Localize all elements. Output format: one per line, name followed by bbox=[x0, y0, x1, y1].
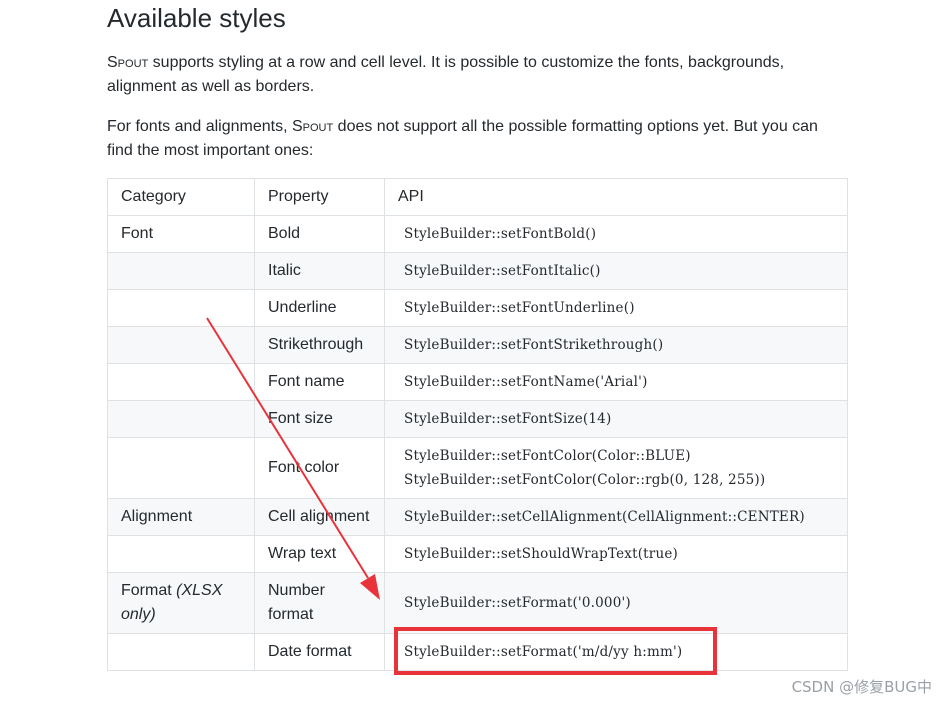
table-header-row: Category Property API bbox=[107, 178, 848, 216]
api-code: StyleBuilder::setFontStrikethrough() bbox=[404, 337, 664, 353]
table-row: Font color StyleBuilder::setFontColor(Co… bbox=[107, 437, 848, 499]
category-label: Font bbox=[121, 225, 154, 242]
table-row: Alignment Cell alignment StyleBuilder::s… bbox=[107, 498, 848, 536]
category-cell bbox=[107, 535, 255, 573]
page-title: Available styles bbox=[107, 3, 286, 33]
styles-table: Category Property API Font Bold StyleBui… bbox=[107, 178, 848, 671]
category-label: Format bbox=[121, 582, 177, 599]
brand-name: Spout bbox=[107, 54, 149, 71]
api-cell: StyleBuilder::setFontName('Arial') bbox=[384, 363, 848, 401]
category-cell bbox=[107, 326, 255, 364]
api-cell: StyleBuilder::setFontColor(Color::BLUE) … bbox=[384, 437, 848, 499]
api-code: StyleBuilder::setFormat('0.000') bbox=[404, 595, 631, 611]
api-cell: StyleBuilder::setFontSize(14) bbox=[384, 400, 848, 438]
header-api: API bbox=[384, 178, 848, 216]
table-row: Font Bold StyleBuilder::setFontBold() bbox=[107, 215, 848, 253]
support-prefix: For fonts and alignments, bbox=[107, 118, 292, 135]
property-cell: Cell alignment bbox=[254, 498, 385, 536]
api-cell: StyleBuilder::setCellAlignment(CellAlign… bbox=[384, 498, 848, 536]
intro-text: supports styling at a row and cell level… bbox=[107, 54, 785, 95]
header-property: Property bbox=[254, 178, 385, 216]
api-code: StyleBuilder::setFontItalic() bbox=[404, 263, 601, 279]
api-code: StyleBuilder::setFontName('Arial') bbox=[404, 374, 648, 390]
property-cell: Font color bbox=[254, 437, 385, 499]
api-cell: StyleBuilder::setShouldWrapText(true) bbox=[384, 535, 848, 573]
category-label: Alignment bbox=[121, 508, 193, 525]
api-code: StyleBuilder::setFontColor(Color::rgb(0,… bbox=[404, 472, 766, 488]
api-cell: StyleBuilder::setFontStrikethrough() bbox=[384, 326, 848, 364]
table-row: Wrap text StyleBuilder::setShouldWrapTex… bbox=[107, 535, 848, 573]
property-cell: Bold bbox=[254, 215, 385, 253]
api-code: StyleBuilder::setShouldWrapText(true) bbox=[404, 546, 678, 562]
highlight-box bbox=[394, 627, 717, 675]
table-row: Format (XLSX only) Number format StyleBu… bbox=[107, 572, 848, 634]
category-cell bbox=[107, 633, 255, 671]
api-cell: StyleBuilder::setFontBold() bbox=[384, 215, 848, 253]
table-row: Strikethrough StyleBuilder::setFontStrik… bbox=[107, 326, 848, 364]
brand-name: Spout bbox=[291, 118, 334, 135]
category-cell: Font bbox=[107, 215, 255, 253]
property-cell: Wrap text bbox=[254, 535, 385, 573]
category-cell bbox=[107, 437, 255, 499]
table-row: Font size StyleBuilder::setFontSize(14) bbox=[107, 400, 848, 438]
api-cell: StyleBuilder::setFontUnderline() bbox=[384, 289, 848, 327]
category-cell bbox=[107, 363, 255, 401]
property-cell: Strikethrough bbox=[254, 326, 385, 364]
api-cell: StyleBuilder::setFormat('0.000') bbox=[384, 572, 848, 634]
category-cell bbox=[107, 252, 255, 290]
property-cell: Italic bbox=[254, 252, 385, 290]
property-cell: Font size bbox=[254, 400, 385, 438]
category-cell bbox=[107, 400, 255, 438]
support-paragraph: For fonts and alignments, Spout does not… bbox=[107, 115, 847, 163]
api-cell: StyleBuilder::setFontItalic() bbox=[384, 252, 848, 290]
table-row: Font name StyleBuilder::setFontName('Ari… bbox=[107, 363, 848, 401]
intro-paragraph: Spout supports styling at a row and cell… bbox=[107, 51, 847, 99]
api-code: StyleBuilder::setCellAlignment(CellAlign… bbox=[404, 509, 805, 525]
watermark: CSDN @修复BUG中 bbox=[791, 678, 932, 696]
property-cell: Font name bbox=[254, 363, 385, 401]
category-cell: Alignment bbox=[107, 498, 255, 536]
category-cell: Format (XLSX only) bbox=[107, 572, 255, 634]
api-code: StyleBuilder::setFontBold() bbox=[404, 226, 597, 242]
api-code: StyleBuilder::setFontUnderline() bbox=[404, 300, 635, 316]
property-cell: Number format bbox=[254, 572, 385, 634]
api-code: StyleBuilder::setFontColor(Color::BLUE) bbox=[404, 448, 691, 464]
category-cell bbox=[107, 289, 255, 327]
property-cell: Underline bbox=[254, 289, 385, 327]
table-row: Italic StyleBuilder::setFontItalic() bbox=[107, 252, 848, 290]
api-code: StyleBuilder::setFontSize(14) bbox=[404, 411, 612, 427]
property-cell: Date format bbox=[254, 633, 385, 671]
table-row: Underline StyleBuilder::setFontUnderline… bbox=[107, 289, 848, 327]
header-category: Category bbox=[107, 178, 255, 216]
